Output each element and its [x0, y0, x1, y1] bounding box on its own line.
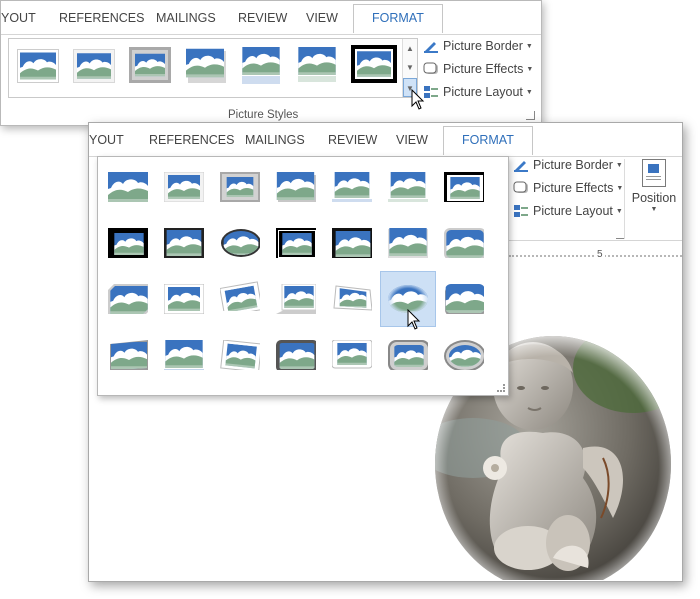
tab-mailings[interactable]: MAILINGS: [156, 11, 216, 25]
chevron-down-icon: ▼: [525, 88, 533, 96]
chevron-down-icon: ▼: [650, 206, 658, 213]
style-center-shadow-rectangle[interactable]: [324, 215, 380, 271]
picture-border-icon: [423, 39, 439, 53]
gallery-resize-grip[interactable]: [497, 384, 505, 392]
picture-border-label: Picture Border: [533, 158, 613, 172]
tab-layout[interactable]: YOUT: [1, 11, 36, 25]
tab-mailings[interactable]: MAILINGS: [245, 133, 305, 147]
chevron-down-icon: ▼: [615, 207, 623, 215]
picture-layout-icon: [513, 204, 529, 218]
tab-review[interactable]: REVIEW: [238, 11, 287, 25]
style-thumb-reflected[interactable]: [241, 45, 283, 89]
picture-effects-button[interactable]: Picture Effects ▼: [513, 181, 623, 195]
tab-references[interactable]: REFERENCES: [59, 11, 144, 25]
style-thumb-drop-shadow[interactable]: [185, 47, 227, 85]
style-drop-shadow-rectangle[interactable]: [268, 159, 324, 215]
picture-layout-button[interactable]: Picture Layout ▼: [423, 85, 533, 99]
picture-border-label: Picture Border: [443, 39, 523, 53]
chevron-down-icon: ▼: [526, 65, 534, 73]
dialog-launcher-icon[interactable]: [526, 111, 535, 120]
style-rotated-white[interactable]: [212, 271, 268, 327]
ribbon-tabs-front: YOUT REFERENCES MAILINGS REVIEW VIEW FOR…: [89, 123, 682, 157]
style-perspective-shadow-white[interactable]: [268, 271, 324, 327]
style-metal-oval[interactable]: [436, 327, 492, 383]
tab-format[interactable]: FORMAT: [443, 126, 533, 155]
tab-view[interactable]: VIEW: [306, 11, 338, 25]
tab-format[interactable]: FORMAT: [353, 4, 443, 33]
chevron-down-icon: ▼: [616, 184, 624, 192]
style-metal-oval-rectangle[interactable]: [380, 327, 436, 383]
style-thumb-soft-reflection[interactable]: [297, 45, 339, 89]
position-button[interactable]: Position ▼: [629, 157, 679, 227]
style-soft-edge-rectangle[interactable]: [380, 159, 436, 215]
style-thumb-metal-frame[interactable]: [129, 47, 171, 83]
style-bevel-rectangle[interactable]: [436, 271, 492, 327]
style-beveled-matte-white[interactable]: [156, 159, 212, 215]
style-perspective-left[interactable]: [100, 327, 156, 383]
style-reflected-perspective-right[interactable]: [156, 327, 212, 383]
picture-effects-button[interactable]: Picture Effects ▼: [423, 62, 533, 76]
mouse-cursor-icon: [411, 89, 425, 110]
picture-border-button[interactable]: Picture Border ▼: [423, 39, 533, 53]
style-double-frame-black[interactable]: [436, 159, 492, 215]
ruler-mark-5: 5: [595, 249, 605, 260]
style-snip-diagonal-corner[interactable]: [100, 271, 156, 327]
front-window: YOUT REFERENCES MAILINGS REVIEW VIEW FOR…: [88, 122, 683, 582]
style-thumb-thick-black-frame[interactable]: [351, 45, 397, 83]
tab-layout[interactable]: YOUT: [89, 133, 124, 147]
ribbon-divider: [1, 34, 541, 35]
picture-layout-label: Picture Layout: [443, 85, 523, 99]
position-icon: [642, 159, 666, 187]
mouse-cursor-icon: [407, 309, 421, 330]
ribbon-tabs: YOUT REFERENCES MAILINGS REVIEW VIEW FOR…: [1, 1, 541, 35]
tab-references[interactable]: REFERENCES: [149, 133, 234, 147]
picture-effects-icon: [513, 181, 529, 195]
style-bevel-perspective-oval[interactable]: [212, 215, 268, 271]
back-window: YOUT REFERENCES MAILINGS REVIEW VIEW FOR…: [0, 0, 542, 126]
style-metal-rounded-rectangle[interactable]: [268, 327, 324, 383]
style-rounded-diagonal-corner[interactable]: [436, 215, 492, 271]
style-soft-edge-oval[interactable]: [380, 215, 436, 271]
picture-layout-button[interactable]: Picture Layout ▼: [513, 204, 623, 218]
tab-view[interactable]: VIEW: [396, 133, 428, 147]
style-simple-frame-white[interactable]: [100, 159, 156, 215]
style-compound-frame-black[interactable]: [268, 215, 324, 271]
style-thick-matte-black[interactable]: [100, 215, 156, 271]
style-reflected-bevel-white[interactable]: [324, 327, 380, 383]
picture-border-icon: [513, 158, 529, 172]
style-thumb-simple-frame-white[interactable]: [17, 49, 59, 83]
scroll-down-icon[interactable]: ▼: [403, 58, 417, 77]
style-moderate-frame-white[interactable]: [156, 271, 212, 327]
ribbon-bottom-border: [509, 240, 682, 241]
style-relaxed-perspective-white[interactable]: [324, 271, 380, 327]
style-reflected-rounded-rectangle[interactable]: [324, 159, 380, 215]
chevron-down-icon: ▼: [615, 161, 623, 169]
tab-review[interactable]: REVIEW: [328, 133, 377, 147]
horizontal-ruler[interactable]: 5: [509, 249, 682, 262]
picture-effects-label: Picture Effects: [533, 181, 614, 195]
chevron-down-icon: ▼: [525, 42, 533, 50]
picture-styles-gallery: [97, 156, 509, 396]
scroll-up-icon[interactable]: ▲: [403, 39, 417, 58]
picture-styles-strip: ▲ ▼ ▼: [8, 38, 418, 98]
picture-styles-group-label: Picture Styles: [228, 109, 299, 121]
position-label: Position: [631, 191, 677, 205]
picture-effects-icon: [423, 62, 439, 76]
group-separator: [624, 159, 625, 239]
style-rotated-perspective-white[interactable]: [212, 327, 268, 383]
picture-border-button[interactable]: Picture Border ▼: [513, 158, 623, 172]
picture-effects-label: Picture Effects: [443, 62, 524, 76]
picture-layout-icon: [423, 85, 439, 99]
style-thumb-soft-edge[interactable]: [73, 49, 115, 83]
picture-layout-label: Picture Layout: [533, 204, 613, 218]
style-simple-frame-black[interactable]: [156, 215, 212, 271]
style-metal-frame[interactable]: [212, 159, 268, 215]
